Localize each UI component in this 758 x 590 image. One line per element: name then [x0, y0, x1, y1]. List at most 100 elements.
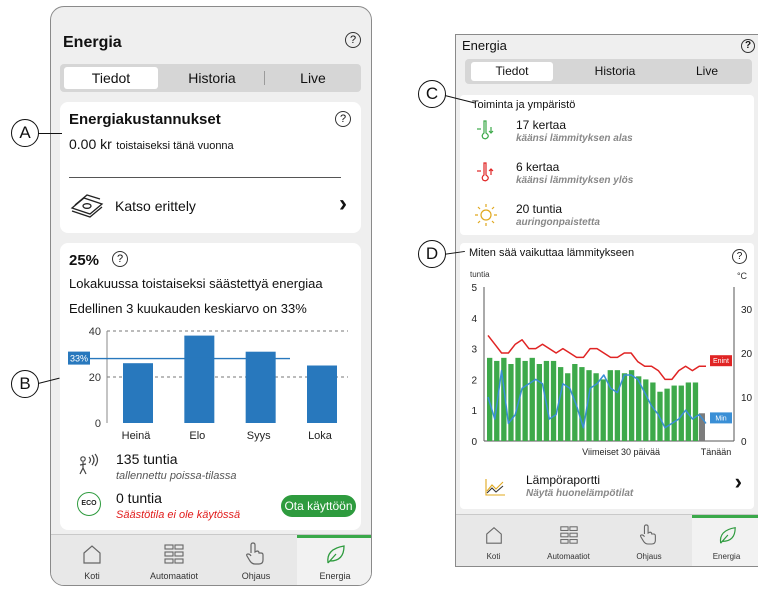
- today-label: Tänään: [701, 447, 732, 457]
- chart-bar: [650, 382, 656, 441]
- savings-line-1: Lokakuussa toistaiseksi säästettyä energ…: [69, 276, 323, 291]
- chart-bar: [664, 388, 670, 441]
- activity-title: Toiminta ja ympäristö: [472, 99, 576, 111]
- y-tick-label: 2: [471, 375, 477, 386]
- chart-bar: [671, 385, 677, 441]
- nav-item-automaatiot[interactable]: Automaatiot: [531, 515, 606, 566]
- y-axis-label: tuntia: [470, 270, 490, 279]
- y-tick-label: 0: [95, 418, 101, 430]
- page-title: Energia: [462, 38, 507, 53]
- tab-bar: Tiedot Historia Live: [60, 64, 361, 92]
- help-icon[interactable]: ?: [112, 251, 128, 267]
- x-tick-label: Syys: [247, 430, 271, 442]
- nav-item-energia[interactable]: Energia: [692, 515, 758, 566]
- weather-title: Miten sää vaikuttaa lämmitykseen: [469, 247, 635, 259]
- nav-item-automaatiot[interactable]: Automaatiot: [133, 535, 215, 585]
- breakdown-label: Katso erittely: [115, 198, 196, 214]
- x-tick-label: Heinä: [122, 430, 152, 442]
- chart-bar: [307, 365, 337, 423]
- y-tick-label: 4: [471, 314, 477, 325]
- tab-tiedot[interactable]: Tiedot: [64, 67, 158, 89]
- callout-c: C: [418, 80, 446, 108]
- activity-note: käänsi lämmityksen ylös: [516, 175, 634, 186]
- y2-axis-label: °C: [737, 271, 748, 281]
- y-tick-label: 3: [471, 345, 477, 356]
- nav-item-ohjaus[interactable]: Ohjaus: [606, 515, 692, 566]
- tab-bar: Tiedot Historia Live: [465, 59, 752, 84]
- nav-label: Koti: [84, 571, 100, 581]
- savings-line-2: Edellinen 3 kuukauden keskiarvo on 33%: [69, 301, 307, 316]
- divider: [69, 177, 341, 178]
- help-icon[interactable]: ?: [345, 32, 361, 48]
- callout-a-leader: [38, 133, 62, 135]
- chart-bar: [508, 364, 514, 441]
- tab-live[interactable]: Live: [665, 62, 749, 81]
- chart-bar: [536, 364, 542, 441]
- chart-bar: [529, 357, 535, 441]
- chart-bar: [123, 363, 153, 423]
- money-icon: [70, 194, 104, 218]
- reference-label: 33%: [70, 354, 88, 364]
- tab-divider: [264, 71, 265, 85]
- help-icon[interactable]: ?: [335, 111, 351, 127]
- x-tick-label: Loka: [308, 430, 333, 442]
- callout-d: D: [418, 240, 446, 268]
- callout-a: A: [11, 119, 39, 147]
- y-tick-label: 0: [471, 437, 477, 448]
- nav-label: Ohjaus: [241, 571, 271, 581]
- leaf-icon: [327, 545, 345, 564]
- costs-amount: 0.00 kr: [69, 136, 112, 152]
- x-tick-label: Elo: [189, 430, 205, 442]
- hand-icon: [639, 524, 656, 545]
- breakdown-row[interactable]: Katso erittely ›: [60, 186, 361, 226]
- enable-eco-button[interactable]: Ota käyttöön: [281, 495, 356, 517]
- series-label: Min: [715, 415, 726, 422]
- chart-bar: [579, 367, 585, 441]
- eco-badge-label: ECO: [81, 500, 97, 507]
- nav-item-ohjaus[interactable]: Ohjaus: [215, 535, 297, 585]
- tab-historia[interactable]: Historia: [162, 67, 262, 89]
- y-tick-label: 20: [89, 372, 101, 384]
- report-title: Lämpöraportti: [526, 473, 601, 487]
- nav-item-koti[interactable]: Koti: [51, 535, 133, 585]
- page-title: Energia: [63, 34, 122, 51]
- eco-icon: ECO: [77, 492, 101, 516]
- chevron-right-icon: ›: [339, 190, 347, 217]
- nav-label: Energia: [712, 552, 741, 561]
- nav-item-energia[interactable]: Energia: [297, 535, 371, 585]
- bottom-nav: Koti Automaatiot Ohjaus Energia: [456, 514, 758, 566]
- costs-title: Energiakustannukset: [69, 111, 221, 128]
- chart-bar: [643, 379, 649, 441]
- nav-label: Ohjaus: [636, 552, 662, 561]
- chart-bar: [628, 370, 635, 441]
- chart-bar: [565, 373, 571, 441]
- savings-card: 25% ? Lokakuussa toistaiseksi säästettyä…: [60, 243, 361, 530]
- phone-screen-energy-info: Energia ? Tiedot Historia Live Energiaku…: [50, 6, 372, 586]
- nav-label: Automaatiot: [547, 552, 590, 561]
- costs-amount-note: toistaiseksi tänä vuonna: [116, 140, 234, 152]
- nav-item-koti[interactable]: Koti: [456, 515, 531, 566]
- tab-historia[interactable]: Historia: [565, 62, 665, 81]
- chart-bar: [621, 373, 628, 441]
- weather-heating-chart: tuntia °C 0 1 2 3 4 5 0 10 20 30 Enint Min Viimeiset 3…: [470, 270, 753, 457]
- series-label: Enint: [713, 358, 729, 365]
- tab-tiedot[interactable]: Tiedot: [471, 62, 553, 81]
- help-icon[interactable]: ?: [741, 39, 755, 53]
- sun-icon: [475, 204, 497, 226]
- chart-bar: [550, 360, 557, 441]
- callout-b: B: [11, 370, 39, 398]
- chart-bar: [600, 379, 606, 441]
- home-icon: [485, 527, 502, 544]
- y2-tick-label: 20: [741, 349, 753, 360]
- help-icon[interactable]: ?: [732, 249, 747, 264]
- monthly-savings-chart: 0 20 40 Heinä Elo Syys Loka 33%: [68, 326, 348, 442]
- y2-tick-label: 10: [741, 393, 753, 404]
- report-row[interactable]: Lämpöraportti Näytä huonelämpötilat ›: [460, 465, 754, 509]
- nav-label: Automaatiot: [149, 571, 199, 581]
- away-hours: 135 tuntia: [116, 451, 178, 467]
- tab-live[interactable]: Live: [268, 67, 358, 89]
- thermometer-down-icon: [477, 120, 494, 140]
- y-tick-label: 1: [471, 406, 477, 417]
- chart-bar: [607, 370, 613, 441]
- y-tick-label: 5: [471, 283, 477, 294]
